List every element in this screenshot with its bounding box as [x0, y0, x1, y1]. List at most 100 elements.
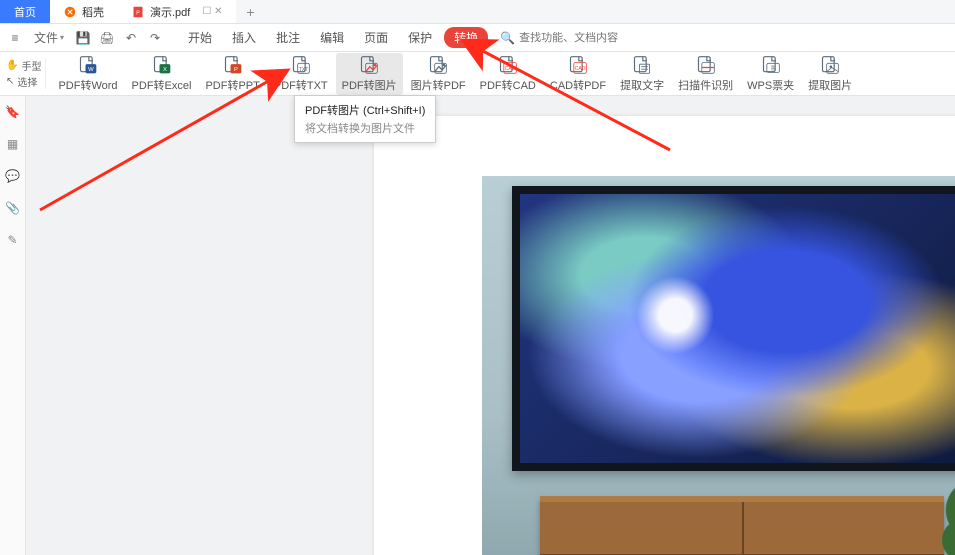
signature-icon[interactable]: ✎ [5, 232, 21, 248]
tooltip-title: PDF转图片 (Ctrl+Shift+I) [305, 102, 425, 118]
extracttext-icon [631, 55, 653, 75]
new-tab-button[interactable]: + [236, 0, 264, 23]
ribbon-pdf2ppt[interactable]: P PDF转PPT [199, 53, 265, 95]
ribbon-label: PDF转PPT [205, 77, 259, 93]
quick-access: ≡ 文件 ▾ 💾 🖨 ↶ ↷ [6, 29, 164, 47]
menu-icon[interactable]: ≡ [6, 29, 24, 47]
canvas-area[interactable] [26, 96, 955, 555]
ribbon-pdf2txt[interactable]: TXT PDF转TXT [268, 53, 334, 95]
ribbon-label: CAD转PDF [550, 77, 606, 93]
ribbon-label: PDF转TXT [274, 77, 328, 93]
svg-text:CAD: CAD [505, 66, 516, 72]
pdf2cad-icon: CAD [497, 55, 519, 75]
pdf2excel-icon: X [151, 55, 173, 75]
ribbon-extracttext[interactable]: 提取文字 [614, 53, 670, 95]
tab-document[interactable]: P 演示.pdf ☐ ✕ [118, 0, 236, 23]
svg-text:W: W [88, 66, 94, 72]
ribbon-pdf2cad[interactable]: CAD PDF转CAD [474, 53, 542, 95]
svg-text:票: 票 [770, 66, 775, 72]
hand-tool-label: 手型 [21, 58, 41, 73]
ribbon-pdf2img[interactable]: PDF转图片 [336, 53, 403, 95]
page-image [482, 176, 955, 555]
ribbon-label: 扫描件识别 [678, 77, 733, 93]
ribbon-label: PDF转图片 [342, 77, 397, 93]
svg-text:X: X [162, 66, 166, 72]
menu-item-转换[interactable]: 转换 [444, 27, 488, 48]
file-menu-label: 文件 [34, 29, 58, 46]
bookmark-icon[interactable]: 🔖 [5, 104, 21, 120]
extractimg-icon [819, 55, 841, 75]
hand-icon: ✋ [6, 60, 18, 71]
comment-icon[interactable]: 💬 [5, 168, 21, 184]
sidebar: 🔖 ▦ 💬 📎 ✎ [0, 96, 26, 555]
wpsticket-icon: 票 [760, 55, 782, 75]
pdf2txt-icon: TXT [290, 55, 312, 75]
ribbon-label: 图片转PDF [411, 77, 466, 93]
img2pdf-icon [427, 55, 449, 75]
ribbon-extractimg[interactable]: 提取图片 [802, 53, 858, 95]
plant [942, 486, 955, 555]
tv-frame [512, 186, 955, 471]
ribbon-img2pdf[interactable]: 图片转PDF [405, 53, 472, 95]
menu-item-插入[interactable]: 插入 [224, 26, 264, 49]
redo-icon[interactable]: ↷ [146, 29, 164, 47]
pdf2word-icon: W [77, 55, 99, 75]
chevron-down-icon: ▾ [60, 33, 64, 42]
pdf-page [374, 116, 955, 555]
close-icon[interactable]: ☐ ✕ [202, 6, 222, 17]
ribbon-convert: ✋ 手型 ↖ 选择 W PDF转Word X PDF转Excel P PDF转PPT TXT… [0, 52, 955, 96]
undo-icon[interactable]: ↶ [122, 29, 140, 47]
scanocr-icon [695, 55, 717, 75]
menu-bar: ≡ 文件 ▾ 💾 🖨 ↶ ↷ 开始插入批注编辑页面保护转换 🔍 [0, 24, 955, 52]
menu-item-保护[interactable]: 保护 [400, 26, 440, 49]
file-menu[interactable]: 文件 ▾ [30, 29, 68, 46]
app-icon [64, 6, 76, 18]
menu-item-页面[interactable]: 页面 [356, 26, 396, 49]
menu-items: 开始插入批注编辑页面保护转换 [180, 26, 488, 49]
search-box[interactable]: 🔍 [500, 31, 639, 45]
ribbon-label: 提取文字 [620, 77, 664, 93]
cad2pdf-icon: CAD [567, 55, 589, 75]
svg-text:CAD: CAD [575, 66, 586, 72]
menu-item-编辑[interactable]: 编辑 [312, 26, 352, 49]
search-input[interactable] [519, 32, 639, 44]
svg-text:TXT: TXT [299, 66, 308, 72]
pdf2img-icon [358, 55, 380, 75]
tab-app-label: 稻壳 [82, 4, 104, 20]
ribbon-label: PDF转Word [58, 77, 117, 93]
svg-text:P: P [234, 66, 238, 72]
select-tool[interactable]: ↖ 选择 [6, 74, 41, 89]
ribbon-label: PDF转CAD [480, 77, 536, 93]
thumbnail-icon[interactable]: ▦ [5, 136, 21, 152]
ribbon-left-tools: ✋ 手型 ↖ 选择 [6, 58, 46, 89]
tab-document-label: 演示.pdf [150, 4, 190, 20]
print-icon[interactable]: 🖨 [98, 29, 116, 47]
pdf2ppt-icon: P [222, 55, 244, 75]
tooltip-pdf-to-image: PDF转图片 (Ctrl+Shift+I) 将文档转换为图片文件 [294, 95, 436, 143]
cabinet [540, 496, 944, 555]
save-icon[interactable]: 💾 [74, 29, 92, 47]
menu-item-批注[interactable]: 批注 [268, 26, 308, 49]
ribbon-wpsticket[interactable]: 票 WPS票夹 [741, 53, 800, 95]
menu-item-开始[interactable]: 开始 [180, 26, 220, 49]
ribbon-pdf2excel[interactable]: X PDF转Excel [126, 53, 198, 95]
ribbon-pdf2word[interactable]: W PDF转Word [52, 53, 123, 95]
cursor-icon: ↖ [6, 76, 14, 87]
svg-text:P: P [136, 10, 140, 16]
ribbon-label: 提取图片 [808, 77, 852, 93]
ribbon-items: W PDF转Word X PDF转Excel P PDF转PPT TXT PDF转TXT PDF… [52, 53, 858, 95]
attachment-icon[interactable]: 📎 [5, 200, 21, 216]
tooltip-subtitle: 将文档转换为图片文件 [305, 120, 425, 136]
search-icon: 🔍 [500, 31, 515, 45]
ribbon-label: WPS票夹 [747, 77, 794, 93]
tab-home-label: 首页 [14, 4, 36, 20]
workspace: 🔖 ▦ 💬 📎 ✎ [0, 96, 955, 555]
ribbon-label: PDF转Excel [132, 77, 192, 93]
pdf-file-icon: P [132, 6, 144, 18]
hand-tool[interactable]: ✋ 手型 [6, 58, 41, 73]
ribbon-cad2pdf[interactable]: CAD CAD转PDF [544, 53, 612, 95]
tab-app-store[interactable]: 稻壳 [50, 0, 118, 23]
tab-home[interactable]: 首页 [0, 0, 50, 23]
document-tabs: 首页 稻壳 P 演示.pdf ☐ ✕ + [0, 0, 955, 24]
ribbon-scanocr[interactable]: 扫描件识别 [672, 53, 739, 95]
